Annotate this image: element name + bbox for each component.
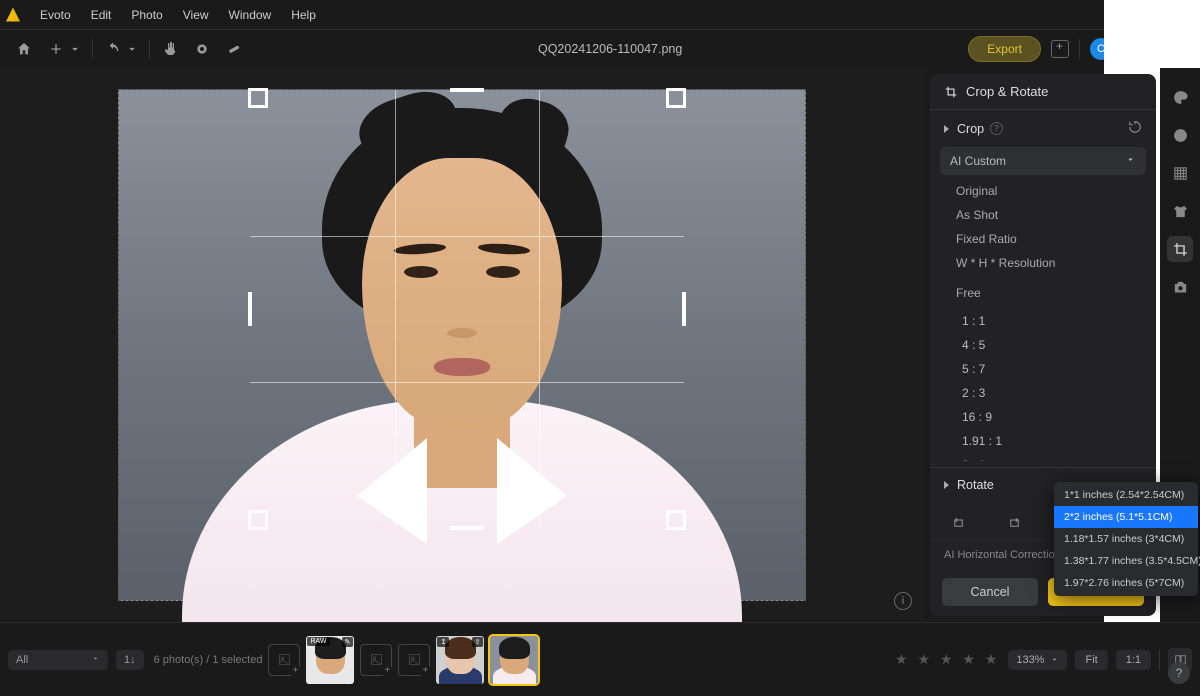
undo-chevron[interactable] (125, 35, 139, 63)
menu-edit[interactable]: Edit (81, 4, 122, 26)
ratio-dropdown[interactable]: AI Custom (940, 147, 1146, 175)
submenu-item-0[interactable]: 1*1 inches (2.54*2.54CM) (1054, 484, 1198, 506)
zoom-dropdown[interactable]: 133% (1008, 650, 1067, 670)
new-preset-button[interactable] (1051, 40, 1069, 58)
sort-button[interactable]: 1↓ (116, 650, 144, 670)
chevron-down-icon (1125, 154, 1136, 168)
submenu-item-4[interactable]: 1.97*2.76 inches (5*7CM) (1054, 572, 1198, 594)
crop-icon[interactable] (1167, 236, 1193, 262)
submenu-item-2[interactable]: 1.18*1.57 inches (3*4CM) (1054, 528, 1198, 550)
option-original[interactable]: Original (940, 179, 1146, 203)
camera-icon[interactable] (1167, 274, 1193, 300)
filename-label: QQ20241206-110047.png (252, 42, 968, 56)
add-chevron[interactable] (68, 35, 82, 63)
import-thumb-3[interactable]: + (398, 644, 430, 676)
ratio-options-list: Original As Shot Fixed Ratio W * H * Res… (940, 179, 1146, 461)
thumbnail-3-selected[interactable] (490, 636, 538, 684)
option-whr[interactable]: W * H * Resolution (940, 251, 1146, 275)
crop-section-header[interactable]: Crop ? (930, 110, 1156, 147)
help-button[interactable]: ? (1168, 662, 1190, 684)
fit-button[interactable]: Fit (1075, 650, 1107, 670)
home-button[interactable] (10, 35, 38, 63)
ai-headshot-submenu: 1*1 inches (2.54*2.54CM) 2*2 inches (5.1… (1054, 482, 1198, 596)
option-2-1[interactable]: 2 : 1 (940, 453, 1146, 461)
menu-evoto[interactable]: Evoto (30, 4, 81, 26)
face-icon[interactable] (1167, 122, 1193, 148)
cancel-button[interactable]: Cancel (942, 578, 1038, 606)
edit-badge-icon: ✎ (342, 637, 354, 647)
option-16-9[interactable]: 16 : 9 (940, 405, 1146, 429)
background-icon[interactable] (1167, 160, 1193, 186)
import-thumb-2[interactable]: + (360, 644, 392, 676)
option-free[interactable]: Free (940, 281, 1146, 305)
crop-overlay[interactable] (250, 90, 684, 528)
upload-badge-icon: ↥ (437, 637, 449, 647)
menu-photo[interactable]: Photo (121, 4, 172, 26)
selection-label: 6 photo(s) / 1 selected (154, 654, 263, 666)
help-icon[interactable]: ? (990, 122, 1003, 135)
one-to-one-button[interactable]: 1:1 (1116, 650, 1151, 670)
rotate-left-icon[interactable] (946, 510, 970, 534)
clothing-icon[interactable] (1167, 198, 1193, 224)
submenu-item-1[interactable]: 2*2 inches (5.1*5.1CM) (1054, 506, 1198, 528)
panel-header: Crop & Rotate (930, 74, 1156, 110)
app-logo (6, 8, 20, 22)
panel-title: Crop & Rotate (966, 84, 1048, 99)
menu-help[interactable]: Help (281, 4, 326, 26)
option-5-7[interactable]: 5 : 7 (940, 357, 1146, 381)
share-badge-icon: ⇪ (472, 637, 484, 647)
reset-crop-icon[interactable] (1128, 120, 1142, 137)
toolbar: QQ20241206-110047.png Export C Buy Now (0, 30, 1200, 68)
correction-label: AI Horizontal Correction (944, 549, 1061, 561)
canvas-area[interactable]: i (0, 68, 924, 622)
menubar: Evoto Edit Photo View Window Help (0, 0, 1200, 30)
rating-stars[interactable]: ★ ★ ★ ★ ★ (895, 651, 1000, 668)
option-1-1[interactable]: 1 : 1 (940, 309, 1146, 333)
option-191-1[interactable]: 1.91 : 1 (940, 429, 1146, 453)
thumbnail-1[interactable]: RAW ✎ (306, 636, 354, 684)
option-2-3[interactable]: 2 : 3 (940, 381, 1146, 405)
crop-label: Crop (957, 122, 984, 136)
bottom-bar: All 1↓ 6 photo(s) / 1 selected + RAW ✎ +… (0, 622, 1200, 696)
option-as-shot[interactable]: As Shot (940, 203, 1146, 227)
palette-icon[interactable] (1167, 84, 1193, 110)
photo (118, 89, 806, 601)
thumbnail-2[interactable]: ↥ ⇪ (436, 636, 484, 684)
rotate-label: Rotate (957, 478, 994, 492)
info-icon[interactable]: i (894, 592, 912, 610)
filter-dropdown[interactable]: All (8, 650, 108, 670)
heal-tool[interactable] (220, 35, 248, 63)
submenu-item-3[interactable]: 1.38*1.77 inches (3.5*4.5CM) (1054, 550, 1198, 572)
export-button[interactable]: Export (968, 36, 1041, 62)
rotate-right-icon[interactable] (1003, 510, 1027, 534)
menu-view[interactable]: View (173, 4, 219, 26)
undo-button[interactable] (99, 35, 127, 63)
mask-tool[interactable] (188, 35, 216, 63)
import-thumb-1[interactable]: + (268, 644, 300, 676)
option-fixed-ratio[interactable]: Fixed Ratio (940, 227, 1146, 251)
add-button[interactable] (42, 35, 70, 63)
hand-tool[interactable] (156, 35, 184, 63)
option-4-5[interactable]: 4 : 5 (940, 333, 1146, 357)
menu-window[interactable]: Window (219, 4, 282, 26)
